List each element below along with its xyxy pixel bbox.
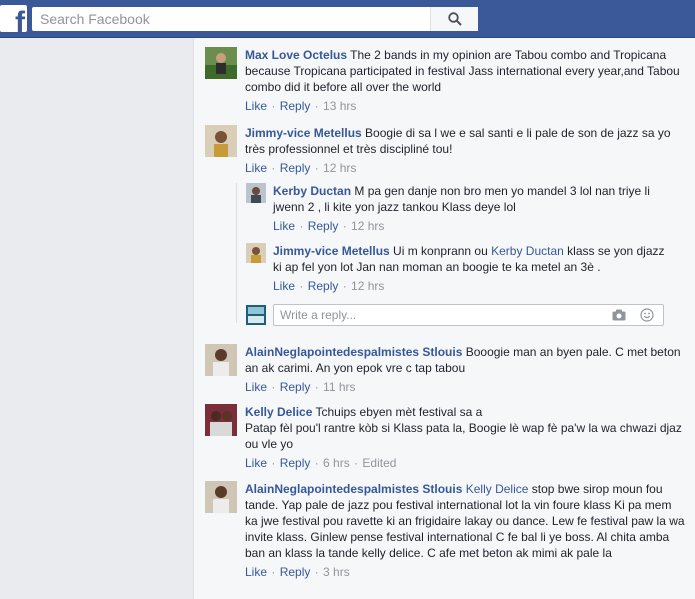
search-input[interactable] (32, 7, 430, 31)
comment: AlainNeglapointedespalmistes Stlouis Kel… (205, 481, 685, 580)
facebook-logo-icon[interactable]: f (0, 5, 27, 32)
comment-author[interactable]: Kelly Delice (245, 405, 312, 419)
comment: AlainNeglapointedespalmistes Stlouis Boo… (205, 344, 685, 395)
reply-thread-line (236, 183, 237, 323)
timestamp[interactable]: 6 hrs (323, 456, 350, 470)
comment-text: Tchuips ebyen mèt festival sa a (312, 405, 483, 419)
reply-text-pre: Ui m konprann ou (389, 244, 492, 258)
edited-label[interactable]: Edited (362, 456, 396, 470)
reply: Jimmy-vice Metellus Ui m konprann ou Ker… (246, 243, 676, 294)
timestamp[interactable]: 12 hrs (351, 279, 384, 293)
reply-button[interactable]: Reply (280, 380, 311, 394)
search-button[interactable] (430, 7, 478, 31)
comment-actions: Like · Reply · 6 hrs · Edited (245, 456, 397, 470)
comment-text-line2: Patap fèl pou'l rantre kòb si Klass pata… (245, 421, 682, 451)
avatar[interactable] (205, 481, 237, 513)
comment-actions: Like · Reply · 11 hrs (245, 380, 356, 394)
comment: Max Love Octelus The 2 bands in my opini… (205, 47, 685, 114)
reply-actions: Like · Reply · 12 hrs (273, 219, 385, 233)
reply-button[interactable]: Reply (308, 219, 339, 233)
reply: Kerby Ductan M pa gen danje non bro men … (246, 183, 676, 234)
left-column-background (0, 38, 193, 599)
mention-link[interactable]: Kerby Ductan (491, 244, 564, 258)
emoji-icon[interactable] (640, 308, 654, 322)
comment: Kelly Delice Tchuips ebyen mèt festival … (205, 404, 685, 471)
avatar[interactable] (205, 47, 237, 79)
search-bar (32, 7, 478, 31)
comment: Jimmy-vice Metellus Boogie di sa l we e … (205, 125, 685, 176)
mention-link[interactable]: Kelly Delice (466, 482, 529, 496)
comment-actions: Like · Reply · 12 hrs (245, 161, 357, 175)
search-icon (448, 12, 462, 26)
reply-button[interactable]: Reply (280, 565, 311, 579)
comment-author[interactable]: Max Love Octelus (245, 48, 347, 62)
timestamp[interactable]: 12 hrs (323, 161, 356, 175)
avatar[interactable] (246, 243, 266, 263)
reply-author[interactable]: Kerby Ductan (273, 184, 351, 198)
avatar[interactable] (205, 404, 237, 436)
like-button[interactable]: Like (273, 219, 295, 233)
reply-button[interactable]: Reply (280, 456, 311, 470)
like-button[interactable]: Like (245, 161, 267, 175)
avatar[interactable] (246, 183, 266, 203)
timestamp[interactable]: 12 hrs (351, 219, 384, 233)
comment-author[interactable]: Jimmy-vice Metellus (245, 126, 362, 140)
comment-author[interactable]: AlainNeglapointedespalmistes Stlouis (245, 345, 462, 359)
reply-button[interactable]: Reply (280, 99, 311, 113)
like-button[interactable]: Like (245, 565, 267, 579)
camera-icon[interactable] (612, 309, 626, 321)
comment-author[interactable]: AlainNeglapointedespalmistes Stlouis (245, 482, 462, 496)
like-button[interactable]: Like (245, 380, 267, 394)
reply-button[interactable]: Reply (280, 161, 311, 175)
timestamp[interactable]: 11 hrs (323, 380, 355, 394)
reply-composer (273, 304, 664, 326)
timestamp[interactable]: 3 hrs (323, 565, 350, 579)
reply-actions: Like · Reply · 12 hrs (273, 279, 385, 293)
reply-button[interactable]: Reply (308, 279, 339, 293)
avatar[interactable] (205, 125, 237, 157)
like-button[interactable]: Like (245, 99, 267, 113)
my-avatar (246, 305, 266, 325)
avatar[interactable] (205, 344, 237, 376)
like-button[interactable]: Like (245, 456, 267, 470)
comment-actions: Like · Reply · 3 hrs (245, 565, 350, 579)
reply-input[interactable] (280, 307, 600, 323)
like-button[interactable]: Like (273, 279, 295, 293)
reply-author[interactable]: Jimmy-vice Metellus (273, 244, 390, 258)
comment-actions: Like · Reply · 13 hrs (245, 99, 357, 113)
timestamp[interactable]: 13 hrs (323, 99, 356, 113)
top-navigation-bar: f (0, 0, 695, 38)
